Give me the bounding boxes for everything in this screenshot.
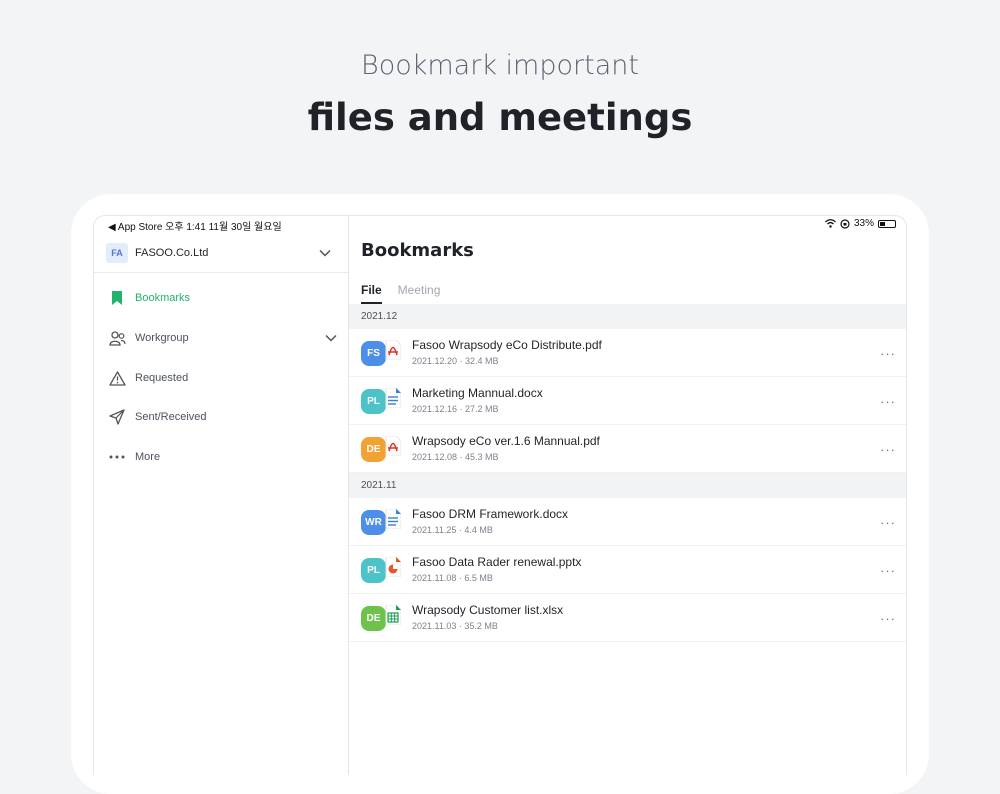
file-name: Fasoo Data Rader renewal.pptx [412, 555, 582, 569]
chevron-down-icon[interactable] [324, 331, 338, 345]
file-meta: 2021.12.08 · 45.3 MB [412, 452, 499, 462]
file-name: Fasoo DRM Framework.docx [412, 507, 569, 521]
file-name: Wrapsody eCo ver.1.6 Mannual.pdf [412, 434, 600, 448]
more-icon [108, 448, 126, 466]
page-title: Bookmarks [361, 240, 474, 261]
more-options-button[interactable]: ··· [880, 346, 896, 361]
warning-icon [108, 369, 126, 387]
tab-meeting[interactable]: Meeting [398, 278, 441, 302]
pptx-file-icon [385, 557, 401, 577]
file-row[interactable]: PL Marketing Mannual.docx 2021.12.16 · 2… [349, 377, 906, 425]
avatar: DE [361, 606, 386, 631]
more-options-button[interactable]: ··· [880, 611, 896, 626]
docx-file-icon [385, 509, 401, 529]
sidebar-item-more[interactable]: More [108, 447, 338, 467]
headline-subtitle: Bookmark important [361, 50, 639, 81]
file-meta: 2021.11.03 · 35.2 MB [412, 621, 498, 631]
file-name: Fasoo Wrapsody eCo Distribute.pdf [412, 338, 602, 352]
file-row[interactable]: FS Fasoo Wrapsody eCo Distribute.pdf 202… [349, 329, 906, 377]
battery-percent: 33% [853, 218, 874, 229]
avatar: PL [361, 558, 386, 583]
send-icon [108, 408, 126, 426]
file-meta: 2021.12.20 · 32.4 MB [412, 356, 499, 366]
sidebar: ◀ App Store 오후 1:41 11월 30일 월요일 FA FASOO… [94, 216, 349, 775]
file-row[interactable]: WR Fasoo DRM Framework.docx 2021.11.25 ·… [349, 498, 906, 546]
file-meta: 2021.11.08 · 6.5 MB [412, 573, 493, 583]
people-icon [108, 329, 126, 347]
file-row[interactable]: DE Wrapsody eCo ver.1.6 Mannual.pdf 2021… [349, 425, 906, 473]
status-bar-right: 33% [825, 218, 896, 229]
headline-title: files and meetings [307, 96, 693, 139]
tablet-screen: ◀ App Store 오후 1:41 11월 30일 월요일 FA FASOO… [93, 215, 907, 775]
more-options-button[interactable]: ··· [880, 442, 896, 457]
section-header: 2021.12 [349, 304, 906, 329]
section-header: 2021.11 [349, 473, 906, 498]
docx-file-icon [385, 388, 401, 408]
file-row[interactable]: DE Wrapsody Customer list.xlsx 2021.11.0… [349, 594, 906, 642]
org-switcher[interactable]: FA FASOO.Co.Ltd [106, 242, 334, 264]
tab-bar: File Meeting [361, 278, 440, 304]
status-bar-left: ◀ App Store 오후 1:41 11월 30일 월요일 [108, 222, 282, 233]
pdf-file-icon [385, 436, 401, 456]
avatar: DE [361, 437, 386, 462]
orientation-lock-icon [840, 218, 850, 229]
wifi-icon [825, 219, 836, 228]
file-name: Marketing Mannual.docx [412, 386, 543, 400]
sidebar-item-label: Sent/Received [135, 411, 207, 423]
file-meta: 2021.11.25 · 4.4 MB [412, 525, 493, 535]
battery-icon [878, 219, 896, 228]
avatar: FS [361, 341, 386, 366]
file-name: Wrapsody Customer list.xlsx [412, 603, 564, 617]
org-badge: FA [106, 243, 128, 263]
more-options-button[interactable]: ··· [880, 563, 896, 578]
more-options-button[interactable]: ··· [880, 394, 896, 409]
file-meta: 2021.12.16 · 27.2 MB [412, 404, 499, 414]
bookmark-icon [108, 289, 126, 307]
sidebar-item-workgroup[interactable]: Workgroup [108, 328, 338, 348]
pdf-file-icon [385, 340, 401, 360]
chevron-down-icon [319, 249, 331, 257]
main-panel: 33% Bookmarks File Meeting 2021.12 FS Fa… [349, 216, 906, 775]
sidebar-item-label: More [135, 451, 161, 463]
sidebar-item-bookmarks[interactable]: Bookmarks [108, 288, 338, 308]
avatar: PL [361, 389, 386, 414]
file-row[interactable]: PL Fasoo Data Rader renewal.pptx 2021.11… [349, 546, 906, 594]
sidebar-divider [94, 272, 348, 273]
more-options-button[interactable]: ··· [880, 515, 896, 530]
xlsx-file-icon [385, 605, 401, 625]
sidebar-item-label: Bookmarks [135, 292, 191, 304]
tab-file[interactable]: File [361, 278, 382, 304]
sidebar-item-label: Workgroup [135, 332, 189, 344]
sidebar-item-sent-received[interactable]: Sent/Received [108, 407, 338, 427]
avatar: WR [361, 510, 386, 535]
sidebar-item-label: Requested [135, 372, 189, 384]
org-name: FASOO.Co.Ltd [135, 247, 209, 259]
sidebar-item-requested[interactable]: Requested [108, 368, 338, 388]
